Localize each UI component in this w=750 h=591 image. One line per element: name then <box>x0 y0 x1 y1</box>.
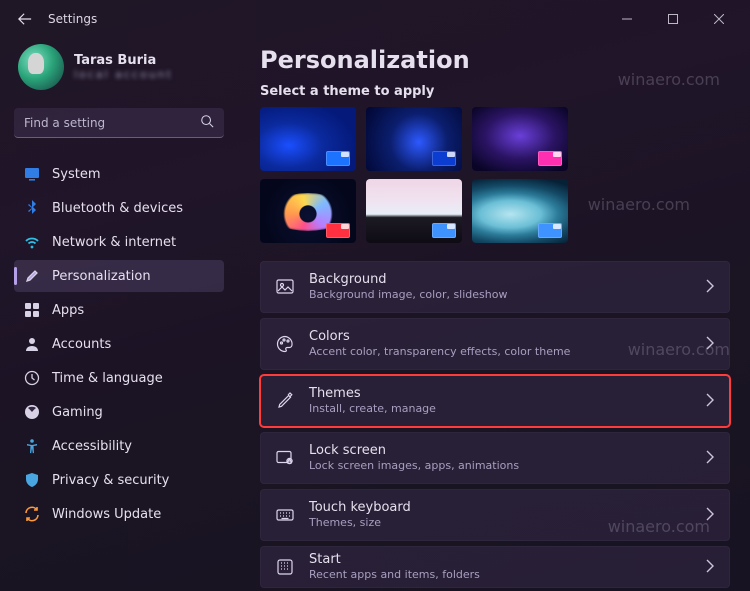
window-controls <box>604 3 742 35</box>
nav-label: Gaming <box>52 405 103 420</box>
minimize-button[interactable] <box>604 3 650 35</box>
nav-label: Apps <box>52 303 84 318</box>
setting-start[interactable]: StartRecent apps and items, folders <box>260 546 730 588</box>
search-box[interactable] <box>14 108 224 138</box>
sidebar-item-privacy[interactable]: Privacy & security <box>14 464 224 496</box>
sidebar: Taras Buria local account System Bluetoo… <box>0 38 238 591</box>
theme-swatch <box>326 151 350 166</box>
theme-swatch <box>326 223 350 238</box>
nav-label: Bluetooth & devices <box>52 201 183 216</box>
xbox-icon <box>24 404 40 420</box>
nav-label: Accounts <box>52 337 111 352</box>
setting-desc: Recent apps and items, folders <box>309 568 691 582</box>
theme-tile-2[interactable] <box>366 107 462 171</box>
sidebar-item-accounts[interactable]: Accounts <box>14 328 224 360</box>
theme-swatch <box>432 223 456 238</box>
keyboard-icon <box>275 505 295 525</box>
setting-title: Start <box>309 552 691 568</box>
setting-desc: Install, create, manage <box>309 402 691 416</box>
nav-label: Privacy & security <box>52 473 169 488</box>
sidebar-item-accessibility[interactable]: Accessibility <box>14 430 224 462</box>
maximize-button[interactable] <box>650 3 696 35</box>
setting-colors[interactable]: ColorsAccent color, transparency effects… <box>260 318 730 370</box>
setting-background[interactable]: BackgroundBackground image, color, slide… <box>260 261 730 313</box>
theme-tile-1[interactable] <box>260 107 356 171</box>
chevron-right-icon <box>705 392 715 411</box>
wifi-icon <box>24 234 40 250</box>
palette-icon <box>275 334 295 354</box>
setting-touchkeyboard[interactable]: Touch keyboardThemes, size <box>260 489 730 541</box>
setting-title: Colors <box>309 329 691 345</box>
pencil-icon <box>275 391 295 411</box>
nav-label: Time & language <box>52 371 163 386</box>
profile-name: Taras Buria <box>74 53 173 68</box>
bluetooth-icon <box>24 200 40 216</box>
theme-swatch <box>432 151 456 166</box>
shield-icon <box>24 472 40 488</box>
theme-tile-3[interactable] <box>472 107 568 171</box>
theme-swatch <box>538 223 562 238</box>
theme-tile-4[interactable] <box>260 179 356 243</box>
chevron-right-icon <box>705 558 715 577</box>
theme-swatch <box>538 151 562 166</box>
theme-heading: Select a theme to apply <box>260 84 730 99</box>
nav-label: Windows Update <box>52 507 161 522</box>
nav-label: System <box>52 167 100 182</box>
accessibility-icon <box>24 438 40 454</box>
setting-title: Lock screen <box>309 443 691 459</box>
nav-label: Accessibility <box>52 439 132 454</box>
search-icon <box>200 113 214 132</box>
sidebar-item-bluetooth[interactable]: Bluetooth & devices <box>14 192 224 224</box>
sidebar-item-time[interactable]: Time & language <box>14 362 224 394</box>
chevron-right-icon <box>705 449 715 468</box>
setting-desc: Lock screen images, apps, animations <box>309 459 691 473</box>
setting-desc: Accent color, transparency effects, colo… <box>309 345 691 359</box>
setting-title: Touch keyboard <box>309 500 691 516</box>
chevron-right-icon <box>705 506 715 525</box>
back-button[interactable] <box>14 8 36 30</box>
avatar <box>18 44 64 90</box>
sidebar-item-gaming[interactable]: Gaming <box>14 396 224 428</box>
setting-title: Background <box>309 272 691 288</box>
close-button[interactable] <box>696 3 742 35</box>
sidebar-item-system[interactable]: System <box>14 158 224 190</box>
profile-block[interactable]: Taras Buria local account <box>14 40 224 98</box>
theme-tile-5[interactable] <box>366 179 462 243</box>
search-input[interactable] <box>24 116 200 130</box>
sync-icon <box>24 506 40 522</box>
clock-icon <box>24 370 40 386</box>
sidebar-item-update[interactable]: Windows Update <box>14 498 224 530</box>
settings-list: BackgroundBackground image, color, slide… <box>260 261 730 588</box>
lockscreen-icon <box>275 448 295 468</box>
setting-desc: Themes, size <box>309 516 691 530</box>
apps-icon <box>24 302 40 318</box>
person-icon <box>24 336 40 352</box>
image-icon <box>275 277 295 297</box>
setting-title: Themes <box>309 386 691 402</box>
display-icon <box>24 166 40 182</box>
setting-lockscreen[interactable]: Lock screenLock screen images, apps, ani… <box>260 432 730 484</box>
setting-desc: Background image, color, slideshow <box>309 288 691 302</box>
page-title: Personalization <box>260 46 730 74</box>
titlebar: Settings <box>0 0 750 38</box>
paintbrush-icon <box>24 268 40 284</box>
theme-grid <box>260 107 568 243</box>
sidebar-item-apps[interactable]: Apps <box>14 294 224 326</box>
theme-tile-6[interactable] <box>472 179 568 243</box>
nav-label: Personalization <box>52 269 151 284</box>
sidebar-item-network[interactable]: Network & internet <box>14 226 224 258</box>
chevron-right-icon <box>705 335 715 354</box>
setting-themes[interactable]: ThemesInstall, create, manage <box>260 375 730 427</box>
main-content: Personalization Select a theme to apply … <box>238 38 750 591</box>
nav-label: Network & internet <box>52 235 176 250</box>
grid-icon <box>275 557 295 577</box>
nav-list: System Bluetooth & devices Network & int… <box>14 158 224 530</box>
chevron-right-icon <box>705 278 715 297</box>
sidebar-item-personalization[interactable]: Personalization <box>14 260 224 292</box>
window-title: Settings <box>48 12 97 26</box>
profile-subtext: local account <box>74 68 173 81</box>
